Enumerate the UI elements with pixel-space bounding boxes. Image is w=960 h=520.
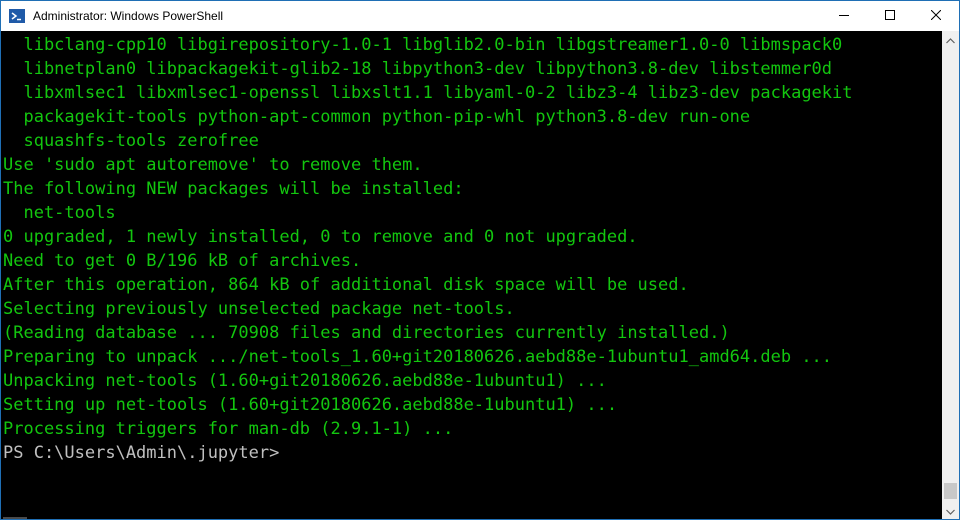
vertical-scrollbar[interactable] — [942, 31, 959, 519]
console-line: Setting up net-tools (1.60+git20180626.a… — [3, 395, 618, 415]
console-line: The following NEW packages will be insta… — [3, 179, 464, 199]
console-line: libclang-cpp10 libgirepository-1.0-1 lib… — [3, 35, 843, 55]
console-output[interactable]: libclang-cpp10 libgirepository-1.0-1 lib… — [1, 31, 942, 519]
console-edge — [3, 517, 27, 519]
minimize-icon — [839, 7, 849, 25]
console-line: squashfs-tools zerofree — [3, 131, 259, 151]
console-line: libnetplan0 libpackagekit-glib2-18 libpy… — [3, 59, 833, 79]
window-controls — [821, 1, 959, 31]
console-line: After this operation, 864 kB of addition… — [3, 275, 689, 295]
console-line: 0 upgraded, 1 newly installed, 0 to remo… — [3, 227, 638, 247]
minimize-button[interactable] — [821, 1, 867, 31]
console-line: packagekit-tools python-apt-common pytho… — [3, 107, 751, 127]
scroll-up-arrow-icon — [946, 31, 955, 49]
console-line: net-tools — [3, 203, 116, 223]
maximize-icon — [885, 7, 895, 25]
scroll-down-button[interactable] — [942, 502, 959, 519]
maximize-button[interactable] — [867, 1, 913, 31]
console-line: Use 'sudo apt autoremove' to remove them… — [3, 155, 423, 175]
console-line: Selecting previously unselected package … — [3, 299, 515, 319]
powershell-window: Administrator: Windows PowerShell libcla… — [0, 0, 960, 520]
console-line: libxmlsec1 libxmlsec1-openssl libxslt1.1… — [3, 83, 853, 103]
powershell-icon — [9, 8, 25, 24]
console-line: Preparing to unpack .../net-tools_1.60+g… — [3, 347, 833, 367]
scroll-thumb[interactable] — [944, 483, 957, 499]
window-title: Administrator: Windows PowerShell — [33, 9, 224, 23]
title-bar[interactable]: Administrator: Windows PowerShell — [1, 1, 959, 31]
console-line: Processing triggers for man-db (2.9.1-1)… — [3, 419, 454, 439]
console-prompt[interactable]: PS C:\Users\Admin\.jupyter> — [3, 441, 279, 465]
close-button[interactable] — [913, 1, 959, 31]
scroll-up-button[interactable] — [942, 31, 959, 48]
console-line: Unpacking net-tools (1.60+git20180626.ae… — [3, 371, 607, 391]
scroll-down-arrow-icon — [946, 502, 955, 520]
console-line: (Reading database ... 70908 files and di… — [3, 323, 730, 343]
close-icon — [930, 7, 942, 25]
console-line: Need to get 0 B/196 kB of archives. — [3, 251, 362, 271]
